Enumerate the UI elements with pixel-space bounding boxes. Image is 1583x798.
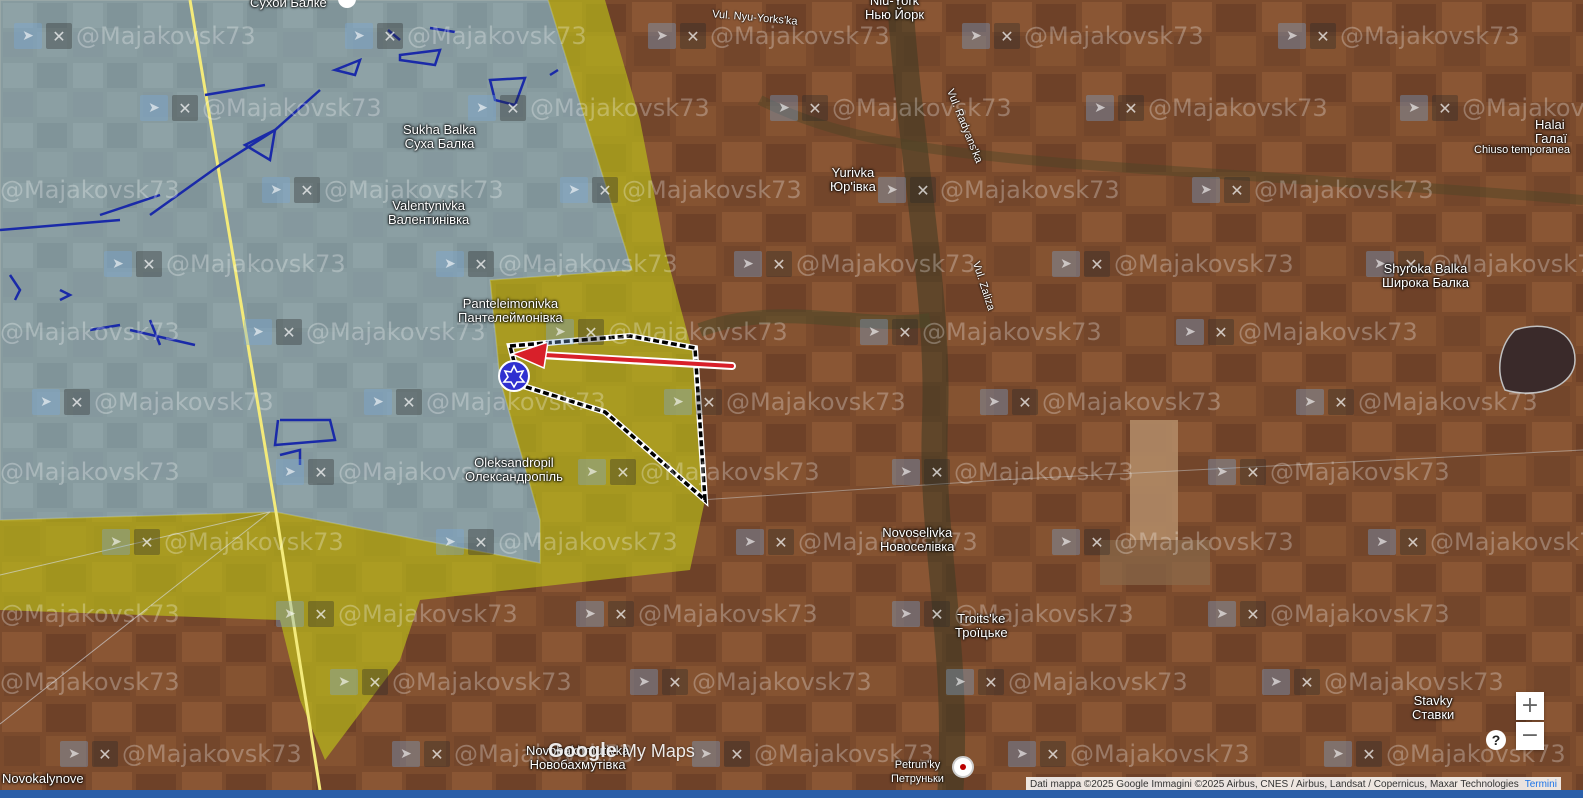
place-panteleimonivka: Panteleimonivka Пантелеймонівка [458,296,563,325]
place-shyroka-balka: Shyroka Balka Широка Балка [1382,261,1470,290]
place-niu-york: Niu-York Нью Йорк [865,0,925,22]
terms-link[interactable]: Termini [1525,779,1557,790]
google-my-maps-logo: Google My Maps [548,740,695,762]
attribution-text: Dati mappa ©2025 Google Immagini ©2025 A… [1030,779,1519,790]
zoom-in-button[interactable]: + [1516,692,1544,720]
place-stavky: Stavky Ставки [1412,693,1455,722]
place-sukha-balka: Sukha Balka Суха Балка [403,122,476,151]
place-valentynivka: Valentynivka Валентинівка [388,198,470,227]
place-novokalynove: Novokalynove [2,771,84,786]
zoom-out-button[interactable]: − [1516,722,1544,750]
place-petrunky: Petrun'ky Петруньки [891,759,944,785]
map-layers [0,0,1583,798]
help-button[interactable]: ? [1486,730,1506,750]
location-pin-icon[interactable] [952,756,974,778]
place-status-note: Chiuso temporanea [1474,144,1571,156]
place-halai: Halai Галаї [1535,117,1567,146]
place-troitske: Troits'ke Троїцьке [955,611,1008,640]
map-canvas[interactable]: ➤ ✕ @Majakovsk73 ➤ ✕ @Majakovsk73 ➤ ✕ @Majakov… [0,0,1583,798]
star-badge-icon [498,360,530,392]
place-novoselivka: Novoselivka Новоселівка [880,525,955,554]
place-yurivka: Yurivka Юр'івка [830,165,876,194]
place-sukha-balka-top: Сухой Балке [250,0,327,10]
place-oleksandropil: Oleksandropil Олександропіль [465,455,563,484]
bottom-border [0,790,1583,798]
